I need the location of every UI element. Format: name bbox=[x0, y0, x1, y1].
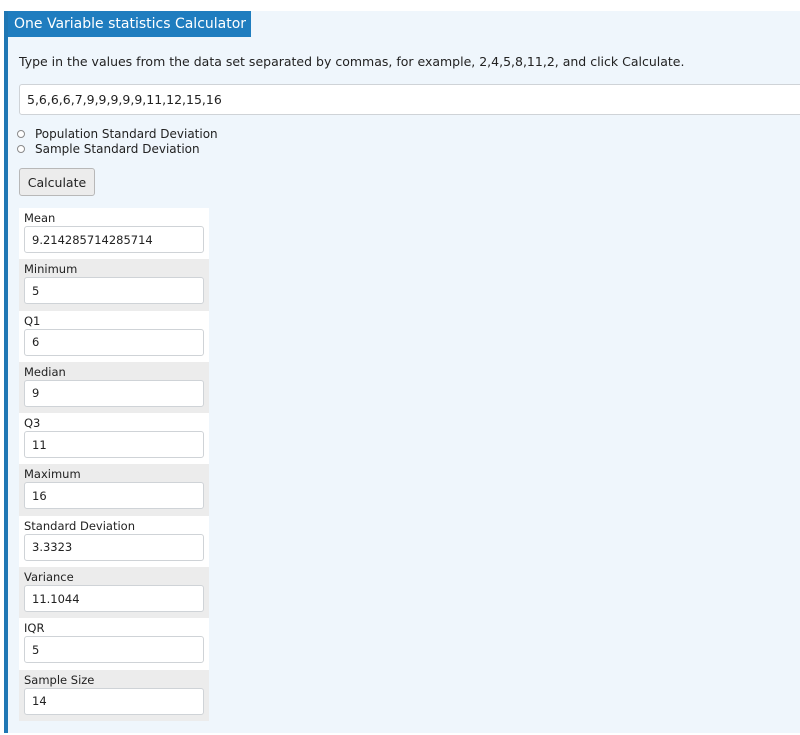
result-q3: Q3 11 bbox=[19, 413, 209, 465]
q1-output[interactable]: 6 bbox=[24, 328, 204, 356]
result-label: IQR bbox=[24, 621, 45, 636]
calculator-panel: One Variable statistics Calculator Type … bbox=[4, 11, 800, 733]
result-q1: Q1 6 bbox=[19, 310, 209, 362]
result-label: Mean bbox=[24, 211, 56, 225]
result-minimum: Minimum 5 bbox=[19, 259, 209, 311]
sample-std-dev-radio[interactable] bbox=[17, 144, 25, 153]
result-label: Q3 bbox=[24, 416, 41, 431]
result-label: Minimum bbox=[24, 262, 78, 277]
instructions-text: Type in the values from the data set sep… bbox=[19, 54, 685, 69]
median-output[interactable]: 9 bbox=[24, 379, 204, 407]
result-label: Median bbox=[24, 364, 66, 379]
iqr-output[interactable]: 5 bbox=[24, 636, 204, 664]
result-variance: Variance 11.1044 bbox=[19, 567, 209, 619]
mean-output[interactable]: 9.214285714285714 bbox=[24, 226, 204, 253]
calculator-title: One Variable statistics Calculator bbox=[8, 11, 252, 37]
maximum-output[interactable]: 16 bbox=[24, 482, 204, 510]
q3-output[interactable]: 11 bbox=[24, 431, 204, 459]
result-iqr: IQR 5 bbox=[19, 618, 209, 670]
data-set-input[interactable] bbox=[19, 84, 800, 115]
sample-std-dev-option[interactable]: Sample Standard Deviation bbox=[17, 142, 218, 157]
standard-deviation-output[interactable]: 3.3323 bbox=[24, 533, 204, 561]
result-label: Variance bbox=[24, 570, 74, 585]
result-label: Q1 bbox=[24, 313, 41, 328]
result-mean: Mean 9.214285714285714 bbox=[19, 208, 209, 260]
variance-output[interactable]: 11.1044 bbox=[24, 585, 204, 613]
result-label: Sample Size bbox=[24, 672, 95, 687]
results-list: Mean 9.214285714285714 Minimum 5 Q1 6 Me… bbox=[19, 208, 209, 721]
population-std-dev-label: Population Standard Deviation bbox=[35, 127, 218, 141]
sample-std-dev-label: Sample Standard Deviation bbox=[35, 141, 200, 156]
population-std-dev-radio[interactable] bbox=[17, 130, 25, 139]
result-maximum: Maximum 16 bbox=[19, 464, 209, 516]
minimum-output[interactable]: 5 bbox=[24, 277, 204, 305]
sample-size-output[interactable]: 14 bbox=[24, 687, 204, 715]
calculate-button[interactable]: Calculate bbox=[19, 168, 95, 196]
std-dev-type-radio-group: Population Standard Deviation Sample Sta… bbox=[17, 127, 218, 156]
result-median: Median 9 bbox=[19, 361, 209, 414]
population-std-dev-option[interactable]: Population Standard Deviation bbox=[17, 127, 218, 142]
result-label: Standard Deviation bbox=[24, 518, 135, 533]
result-label: Maximum bbox=[24, 467, 81, 482]
result-sample-size: Sample Size 14 bbox=[19, 669, 209, 721]
result-standard-deviation: Standard Deviation 3.3323 bbox=[19, 515, 209, 568]
